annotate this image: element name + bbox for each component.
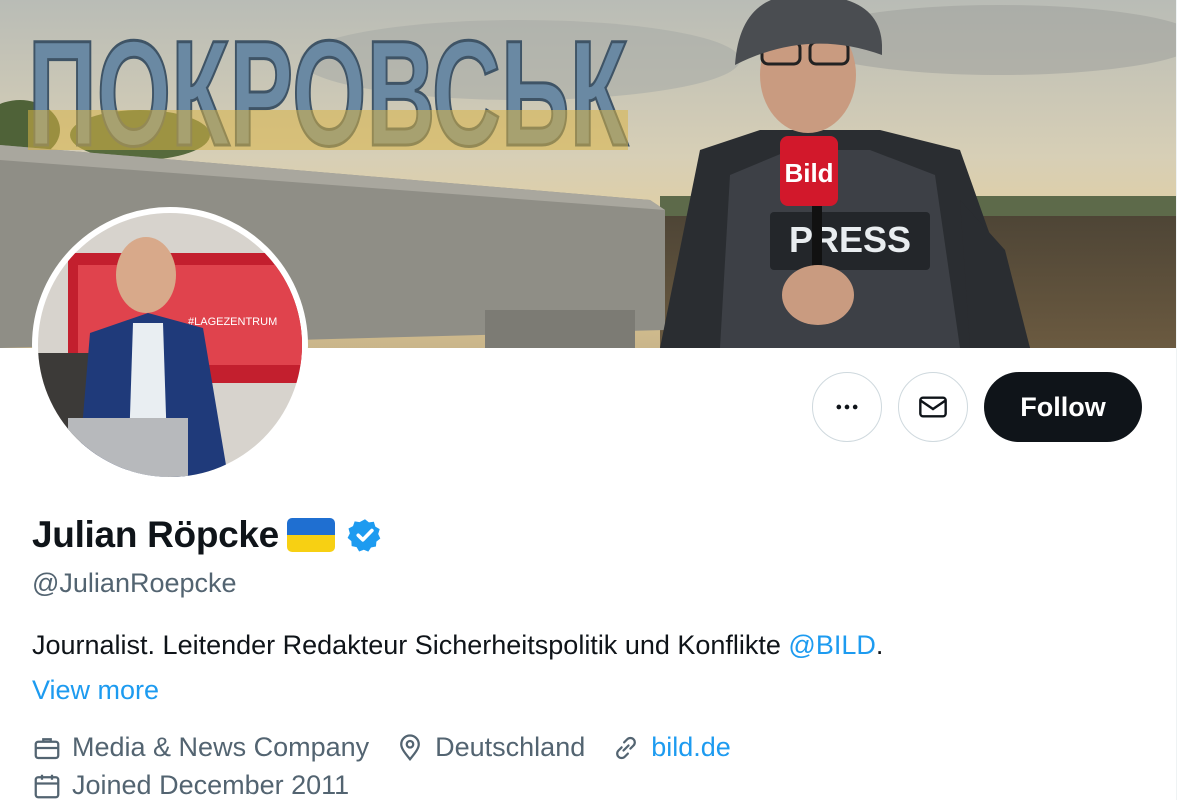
category-text: Media & News Company [72,732,370,762]
meta-joined: Joined December 2011 [32,770,349,800]
location-pin-icon [400,733,421,761]
profile-name-row: Julian Röpcke [32,514,383,556]
link-icon [616,736,637,759]
ukraine-flag-icon [286,518,335,552]
mic-logo: Bild [784,158,833,188]
right-panel-edge [1176,0,1200,800]
briefcase-icon [34,737,60,759]
follow-button[interactable]: Follow [984,372,1142,442]
calendar-icon [34,774,60,798]
meta-category: Media & News Company [32,732,369,763]
profile-bio: Journalist. Leitender Redakteur Sicherhe… [32,630,883,661]
bio-mention-link[interactable]: @BILD [788,630,875,660]
profile-meta: Media & News Company Deutschland bild.de [32,732,731,763]
meta-website: bild.de [611,732,731,763]
avatar-photo: #LAGEZENTRUM [38,213,302,477]
meta-location: Deutschland [395,732,585,763]
message-button[interactable] [898,372,968,442]
website-link[interactable]: bild.de [651,732,731,763]
press-label: PRESS [789,219,911,260]
more-horizontal-icon [836,404,858,410]
profile-avatar[interactable]: #LAGEZENTRUM [32,207,308,483]
avatar-screen-text: #LAGEZENTRUM [188,316,277,328]
verified-badge-icon[interactable] [347,517,383,553]
bio-text: Journalist. Leitender Redakteur Sicherhe… [32,630,789,660]
profile-actions: Follow [812,372,1142,442]
bio-end: . [875,630,884,660]
city-sign-text: ПОКРОВСЬК [28,9,628,177]
display-name: Julian Röpcke [32,514,279,555]
view-more-link[interactable]: View more [32,675,159,706]
joined-text: Joined December 2011 [72,770,350,800]
profile-handle: @JulianRoepcke [32,568,237,598]
envelope-icon [919,396,947,418]
more-button[interactable] [812,372,882,442]
location-text: Deutschland [435,732,586,762]
